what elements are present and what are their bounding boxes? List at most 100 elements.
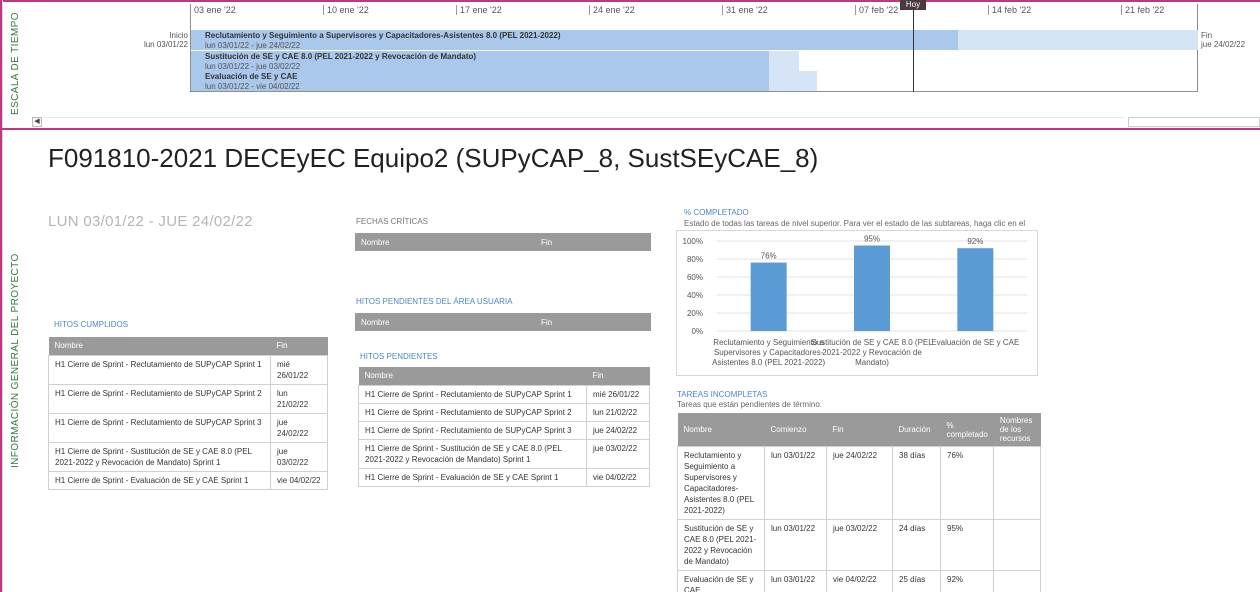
chart-data-label: 95%: [864, 235, 880, 244]
timeline-end-date: jue 24/02/22: [1201, 40, 1246, 49]
project-date-range: LUN 03/01/22 - JUE 24/02/22: [48, 213, 253, 230]
chart-category-label-line: Asistentes 8.0 (PEL 2021-2022): [712, 358, 825, 367]
cell-duracion: 38 días: [892, 446, 941, 520]
column-header: % completado: [940, 413, 994, 447]
chart-y-tick-label: 40%: [687, 291, 703, 300]
timeline-end: Fin jue 24/02/22: [1201, 31, 1245, 49]
tareas-incompletas-table: Nombre Comienzo Fin Duración % completad…: [677, 413, 1041, 592]
cell-nombre: H1 Cierre de Sprint - Reclutamiento de S…: [358, 402, 587, 422]
timeline-bar-title: Sustitución de SE y CAE 8.0 (PEL 2021-20…: [205, 52, 477, 61]
timeline-bar-remaining: [958, 30, 1198, 50]
timeline-bar-sustitucion[interactable]: Sustitución de SE y CAE 8.0 (PEL 2021-20…: [191, 51, 769, 71]
timeline-bar-remaining: [769, 51, 799, 71]
cell-comienzo: lun 03/01/22: [764, 446, 827, 520]
cell-completado: 95%: [939, 519, 995, 571]
fechas-criticas-table: Nombre Fin: [355, 233, 651, 251]
column-header: Nombres de los recursos: [993, 413, 1041, 447]
cell-recursos: [993, 519, 1041, 571]
horizontal-scrollbar-thumb[interactable]: [1128, 117, 1260, 127]
chart-category-label-line: Evaluación de SE y CAE: [931, 338, 1019, 347]
chart-data-label: 76%: [761, 252, 777, 261]
chart-category-label-line: Sustitución de SE y CAE 8.0 (PEL: [811, 338, 933, 347]
column-header: Fin: [826, 413, 893, 447]
chart-category-label-line: Reclutamiento y Seguimiento a: [713, 338, 824, 347]
hitos-pendientes-table: Nombre Fin H1 Cierre de Sprint - Recluta…: [358, 367, 650, 487]
cell-nombre: H1 Cierre de Sprint - Reclutamiento de S…: [358, 420, 587, 440]
cell-fin: jue 24/02/22: [270, 412, 328, 443]
scroll-left-icon[interactable]: ◀: [32, 117, 42, 127]
column-header: Fin: [535, 233, 651, 251]
hitos-pendientes-title: HITOS PENDIENTES: [360, 352, 438, 361]
chart-y-tick-label: 0%: [691, 327, 703, 336]
horizontal-scrollbar-track[interactable]: [44, 117, 1124, 127]
chart-y-tick-label: 20%: [687, 309, 703, 318]
tareas-incompletas-subtitle: Tareas que están pendientes de término.: [677, 400, 822, 409]
column-header: Nombre: [48, 337, 271, 355]
project-report-view: ESCALA DE TIEMPO 03 ene '22 10 ene '22 1…: [0, 0, 1260, 592]
cell-fin: mié 26/01/22: [586, 384, 650, 404]
chart-category-label: Reclutamiento y Seguimiento a Supervisore…: [712, 338, 825, 367]
cell-fin: vie 04/02/22: [270, 470, 328, 490]
cell-recursos: [993, 446, 1041, 520]
cell-duracion: 24 días: [892, 519, 941, 571]
chart-bar: [957, 248, 994, 331]
cell-nombre: H1 Cierre de Sprint - Evaluación de SE y…: [358, 467, 587, 487]
hitos-cumplidos-table: Nombre Fin H1 Cierre de Sprint - Recluta…: [48, 337, 328, 490]
timeline-end-label: Fin: [1201, 31, 1213, 40]
column-header: Nombre: [358, 367, 587, 385]
timeline-start: Inicio lun 03/01/22: [138, 31, 188, 49]
table-row: Reclutamiento y Seguimiento a Supervisor…: [677, 446, 1041, 520]
cell-fin: lun 21/02/22: [586, 402, 650, 422]
cell-fin: jue 24/02/22: [586, 420, 650, 440]
chart-bar: [750, 262, 787, 331]
table-row: Sustitución de SE y CAE 8.0 (PEL 2021-20…: [677, 519, 1041, 571]
table-row: Evaluación de SE y CAE lun 03/01/22 vie …: [677, 570, 1041, 592]
chart-category-label: Sustitución de SE y CAE 8.0 (PEL 2021-202…: [811, 338, 933, 367]
column-header: Fin: [270, 337, 328, 355]
cell-nombre: Evaluación de SE y CAE: [677, 570, 765, 592]
timeline-start-date: lun 03/01/22: [143, 40, 188, 49]
table-header-row: Nombre Fin: [48, 337, 328, 355]
timeline-bar-title: Reclutamiento y Seguimiento a Supervisor…: [205, 31, 561, 40]
cell-nombre: H1 Cierre de Sprint - Reclutamiento de S…: [358, 384, 587, 404]
column-header: Comienzo: [764, 413, 827, 447]
column-header: Duración: [892, 413, 941, 447]
cell-fin: jue 03/02/22: [826, 519, 893, 571]
cell-fin: vie 04/02/22: [586, 467, 650, 487]
timeline-bar-segment: [758, 30, 958, 50]
cell-fin: lun 21/02/22: [270, 383, 328, 414]
timeline-bar-evaluacion[interactable]: Evaluación de SE y CAE lun 03/01/22 - vi…: [191, 71, 769, 91]
cell-completado: 92%: [939, 570, 995, 592]
timeline-side-label: ESCALA DE TIEMPO: [2, 0, 28, 128]
table-row: H1 Cierre de Sprint - Evaluación de SE y…: [48, 470, 328, 490]
cell-nombre: H1 Cierre de Sprint - Sustitución de SE …: [358, 438, 587, 469]
cell-nombre: H1 Cierre de Sprint - Reclutamiento de S…: [48, 412, 271, 443]
cell-nombre: Reclutamiento y Seguimiento a Supervisor…: [677, 446, 765, 520]
chart-bar: [854, 245, 890, 331]
chart-y-tick-label: 60%: [687, 273, 703, 282]
column-header: Fin: [586, 367, 650, 385]
table-header-row: Nombre Comienzo Fin Duración % completad…: [677, 413, 1041, 447]
cell-fin: jue 03/02/22: [270, 441, 328, 472]
cell-comienzo: lun 03/01/22: [764, 519, 827, 571]
cell-nombre: Sustitución de SE y CAE 8.0 (PEL 2021-20…: [677, 519, 765, 571]
completado-title: % COMPLETADO: [684, 208, 749, 217]
timeline-bar-title: Evaluación de SE y CAE: [205, 72, 298, 81]
cell-nombre: H1 Cierre de Sprint - Sustitución de SE …: [48, 441, 271, 472]
table-row: H1 Cierre de Sprint - Reclutamiento de S…: [48, 383, 328, 414]
table-row: H1 Cierre de Sprint - Reclutamiento de S…: [48, 354, 328, 385]
report-side-label: INFORMACIÓN GENERAL DEL PROYECTO: [2, 130, 28, 592]
hitos-area-usuaria-table: Nombre Fin: [355, 313, 651, 331]
completado-chart-svg: 0% 20% 40% 60% 80% 100% 76% Reclutamiento y Seg…: [683, 235, 1027, 367]
timeline-bar-remaining: [769, 71, 817, 91]
hitos-area-usuaria-title: HITOS PENDIENTES DEL ÁREA USUARIA: [356, 297, 513, 306]
completado-chart[interactable]: 0% 20% 40% 60% 80% 100% 76% Reclutamiento y Seg…: [676, 230, 1038, 376]
cell-fin: jue 03/02/22: [586, 438, 650, 469]
table-row: H1 Cierre de Sprint - Reclutamiento de S…: [358, 384, 650, 404]
cell-completado: 76%: [939, 446, 995, 520]
chart-category-label-line: Supervisores y Capacitadores-: [714, 348, 824, 357]
cell-recursos: [993, 570, 1041, 592]
chart-category-label-line: 2021-2022 y Revocación de: [822, 348, 922, 357]
page-title: F091810-2021 DECEyEC Equipo2 (SUPyCAP_8,…: [48, 143, 819, 173]
table-row: H1 Cierre de Sprint - Reclutamiento de S…: [358, 420, 650, 440]
